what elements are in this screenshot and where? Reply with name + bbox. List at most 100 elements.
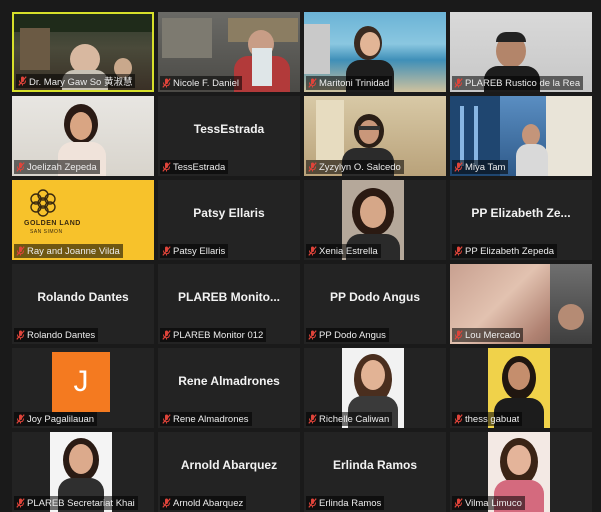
participant-tile-joy-pagalilauan[interactable]: J Joy Pagalilauan [12,348,154,428]
participant-name-label: PP Elizabeth Zepeda [452,244,558,258]
participant-tile-pp-dodo-angus[interactable]: PP Dodo Angus PP Dodo Angus [304,264,446,344]
logo-text-line1: GOLDEN LAND [24,220,81,227]
muted-mic-icon [162,498,171,508]
muted-mic-icon [18,76,27,86]
participant-tile-dr-mary-gaw-so[interactable]: Dr. Mary Gaw So 黄淑慧 [12,12,154,92]
participant-name: Vilma Limuco [465,497,522,509]
avatar: J [52,352,110,412]
muted-mic-icon [162,78,171,88]
participant-tile-lou-mercado[interactable]: Lou Mercado [450,264,592,344]
participant-name-label: Miya Tam [452,160,509,174]
participant-name: Rene Almadrones [173,413,249,425]
participant-tile-richelle-caliwan[interactable]: Richelle Caliwan [304,348,446,428]
participant-tile-arnold-abarquez[interactable]: Arnold Abarquez Arnold Abarquez [158,432,300,512]
participant-tile-maritoni-trinidad[interactable]: Maritoni Trinidad [304,12,446,92]
participant-name: Arnold Abarquez [173,497,244,509]
muted-mic-icon [16,246,25,256]
muted-mic-icon [308,246,317,256]
participant-name: thess gabuat [465,413,520,425]
participant-name: Erlinda Ramos [319,497,382,509]
participant-name: Nicole F. Daniel [173,77,239,89]
participant-tile-plareb-rustico-de-la-rea[interactable]: PLAREB Rustico de la Rea [450,12,592,92]
participant-name-label: Rene Almadrones [160,412,252,426]
participant-name-label: Rolando Dantes [14,328,99,342]
flower-logo-icon [30,189,56,217]
participant-tile-nicole-f-daniel[interactable]: Nicole F. Daniel [158,12,300,92]
participant-name-label: Maritoni Trinidad [306,76,393,90]
participant-tile-rene-almadrones[interactable]: Rene Almadrones Rene Almadrones [158,348,300,428]
participant-tile-erlinda-ramos[interactable]: Erlinda Ramos Erlinda Ramos [304,432,446,512]
participant-tile-patsy-ellaris[interactable]: Patsy Ellaris Patsy Ellaris [158,180,300,260]
participant-name: PLAREB Rustico de la Rea [465,77,581,89]
participant-tile-rolando-dantes[interactable]: Rolando Dantes Rolando Dantes [12,264,154,344]
participant-tile-thess-gabuat[interactable]: thess gabuat [450,348,592,428]
participant-tile-xenia-estrella[interactable]: Xenia Estrella [304,180,446,260]
muted-mic-icon [162,162,171,172]
participant-tile-joelizah-zepeda[interactable]: Joelizah Zepeda [12,96,154,176]
participant-display-name: PP Dodo Angus [330,290,420,304]
participant-name-label: PLAREB Rustico de la Rea [452,76,584,90]
participant-name-label: PLAREB Monitor 012 [160,328,267,342]
muted-mic-icon [16,414,25,424]
participant-name-label: Dr. Mary Gaw So 黄淑慧 [16,74,136,88]
participant-name: Joelizah Zepeda [27,161,97,173]
participant-name-label: Xenia Estrella [306,244,381,258]
participant-name-label: Richelle Caliwan [306,412,393,426]
participant-tile-zyzylyn-o-salcedo[interactable]: Zyzylyn O. Salcedo [304,96,446,176]
muted-mic-icon [162,414,171,424]
participant-tile-miya-tam[interactable]: Miya Tam [450,96,592,176]
participant-name-label: Zyzylyn O. Salcedo [306,160,404,174]
muted-mic-icon [308,330,317,340]
participant-tile-tessestrada[interactable]: TessEstrada TessEstrada [158,96,300,176]
muted-mic-icon [308,498,317,508]
muted-mic-icon [162,330,171,340]
participant-name: PP Elizabeth Zepeda [465,245,555,257]
participant-name: Xenia Estrella [319,245,378,257]
participant-name: Dr. Mary Gaw So 黄淑慧 [29,77,133,88]
muted-mic-icon [454,498,463,508]
participant-tile-plareb-secretariat-khai[interactable]: PLAREB Secretariat Khai [12,432,154,512]
participant-name: Miya Tam [465,161,506,173]
participant-name: PLAREB Monitor 012 [173,329,264,341]
muted-mic-icon [16,330,25,340]
participant-name-label: Nicole F. Daniel [160,76,242,90]
participant-name: Zyzylyn O. Salcedo [319,161,401,173]
participant-name: Richelle Caliwan [319,413,390,425]
muted-mic-icon [454,414,463,424]
participant-name: PLAREB Secretariat Khai [27,497,135,509]
participant-name: Lou Mercado [465,329,521,341]
participant-name-label: TessEstrada [160,160,229,174]
participant-name: Rolando Dantes [27,329,96,341]
participant-name: Ray and Joanne Vilda [27,245,120,257]
participant-name-label: PP Dodo Angus [306,328,389,342]
participant-name: Maritoni Trinidad [319,77,390,89]
muted-mic-icon [308,78,317,88]
participant-name-label: thess gabuat [452,412,523,426]
participant-name: Joy Pagalilauan [27,413,95,425]
muted-mic-icon [16,498,25,508]
participant-name-label: Lou Mercado [452,328,524,342]
gallery-grid: Dr. Mary Gaw So 黄淑慧 Nicole F. Daniel Marit… [12,12,592,512]
muted-mic-icon [308,414,317,424]
participant-display-name: PLAREB Monito... [178,290,280,304]
participant-display-name: Patsy Ellaris [193,206,265,220]
participant-tile-ray-and-joanne-vilda[interactable]: GOLDEN LAND SAN SIMON Ray and Joanne Vilda [12,180,154,260]
participant-display-name: PP Elizabeth Ze... [471,206,571,220]
participant-name: PP Dodo Angus [319,329,386,341]
participant-display-name: TessEstrada [193,122,265,136]
participant-name: Patsy Ellaris [173,245,226,257]
participant-display-name: Rene Almadrones [178,374,280,388]
muted-mic-icon [454,162,463,172]
participant-tile-plareb-monitor-012[interactable]: PLAREB Monito... PLAREB Monitor 012 [158,264,300,344]
muted-mic-icon [162,246,171,256]
participant-name-label: Joy Pagalilauan [14,412,98,426]
participant-display-name: Erlinda Ramos [332,458,418,472]
participant-tile-pp-elizabeth-zepeda[interactable]: PP Elizabeth Ze... PP Elizabeth Zepeda [450,180,592,260]
muted-mic-icon [16,162,25,172]
participant-name-label: Patsy Ellaris [160,244,229,258]
logo-text-line2: SAN SIMON [30,229,63,235]
muted-mic-icon [454,330,463,340]
muted-mic-icon [308,162,317,172]
participant-display-name: Rolando Dantes [37,290,129,304]
participant-tile-vilma-limuco[interactable]: Vilma Limuco [450,432,592,512]
